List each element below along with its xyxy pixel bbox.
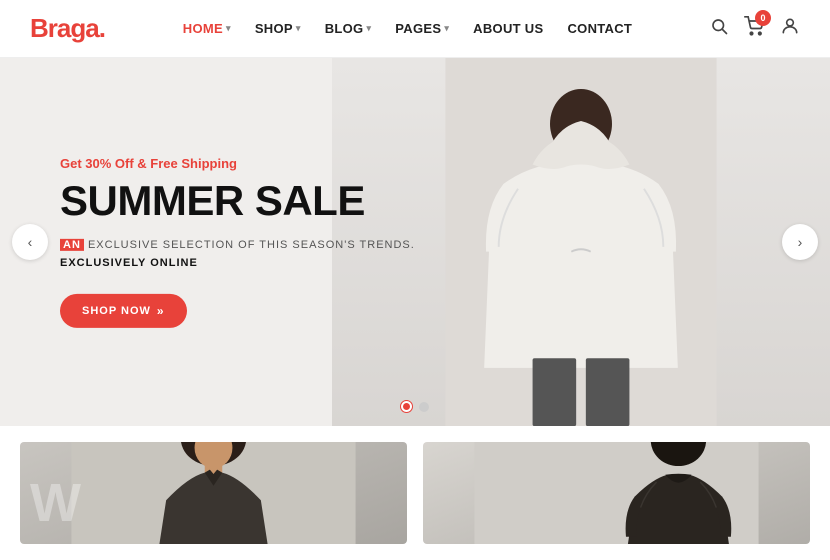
slider-dot-2[interactable] <box>419 402 429 412</box>
featured-card-2[interactable] <box>423 442 810 544</box>
nav-item-home[interactable]: HOME ▾ <box>183 21 231 36</box>
main-nav: HOME ▾ SHOP ▾ BLOG ▾ PAGES ▾ ABOUT US CO… <box>183 21 632 36</box>
hero-section: Get 30% Off & Free Shipping SUMMER SALE … <box>0 58 830 426</box>
user-icon[interactable] <box>780 16 800 41</box>
nav-item-about[interactable]: ABOUT US <box>473 21 543 36</box>
nav-item-contact[interactable]: CONTACT <box>567 21 632 36</box>
chevron-down-icon: ▾ <box>366 23 371 34</box>
featured-section: W <box>0 426 830 560</box>
hero-an-highlight: AN <box>60 239 84 251</box>
slider-prev-button[interactable]: ‹ <box>12 224 48 260</box>
logo-text: Braga <box>30 13 99 43</box>
nav-item-shop[interactable]: SHOP ▾ <box>255 21 301 36</box>
featured-card-1[interactable]: W <box>20 442 407 544</box>
card2-figure <box>423 442 810 544</box>
slider-dots <box>401 401 429 412</box>
cart-icon[interactable]: 0 <box>744 16 764 41</box>
nav-item-pages[interactable]: PAGES ▾ <box>395 21 449 36</box>
shop-now-button[interactable]: SHOP NOW » <box>60 294 187 328</box>
card2-background <box>423 442 810 544</box>
hero-content: Get 30% Off & Free Shipping SUMMER SALE … <box>60 156 415 328</box>
search-icon[interactable] <box>710 17 728 40</box>
cart-badge: 0 <box>755 10 771 26</box>
logo-dot: . <box>99 13 105 43</box>
chevron-down-icon: ▾ <box>296 23 301 34</box>
chevron-down-icon: ▾ <box>444 23 449 34</box>
arrow-icon: » <box>157 304 165 318</box>
card1-letter: W <box>30 476 81 530</box>
slider-next-button[interactable]: › <box>782 224 818 260</box>
hero-title: SUMMER SALE <box>60 179 415 223</box>
site-header: Braga. HOME ▾ SHOP ▾ BLOG ▾ PAGES ▾ ABOU… <box>0 0 830 58</box>
slider-dot-1[interactable] <box>401 401 412 412</box>
hero-promo-text: Get 30% Off & Free Shipping <box>60 156 415 171</box>
logo[interactable]: Braga. <box>30 13 105 44</box>
hero-subtitle: AN EXCLUSIVE SELECTION OF THIS SEASON'S … <box>60 237 415 272</box>
header-icons: 0 <box>710 16 800 41</box>
nav-item-blog[interactable]: BLOG ▾ <box>325 21 372 36</box>
chevron-down-icon: ▾ <box>226 23 231 34</box>
